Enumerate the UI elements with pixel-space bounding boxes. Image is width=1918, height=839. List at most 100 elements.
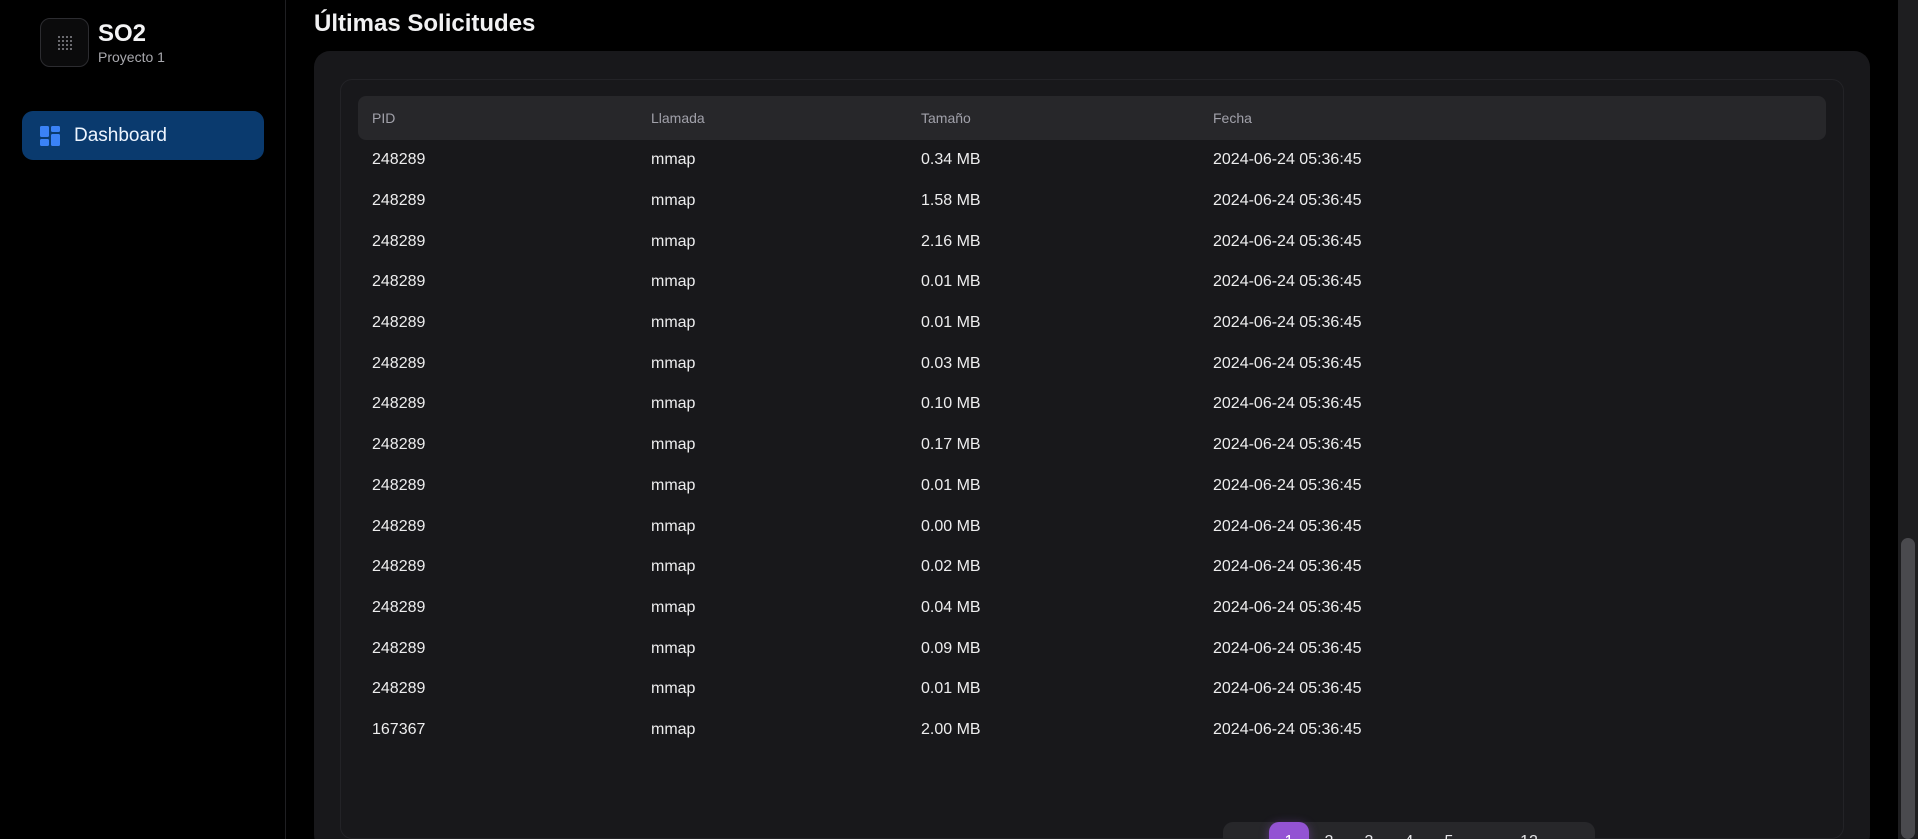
cell-size: 0.34 MB [921,151,981,169]
table-row: 248289 mmap 0.10 MB 2024-06-24 05:36:45 [358,384,1826,425]
page-button-1[interactable]: 1 [1269,822,1309,839]
cell-date: 2024-06-24 05:36:45 [1213,436,1362,454]
cell-call: mmap [651,476,696,494]
cell-pid: 248289 [372,314,426,332]
cell-call: mmap [651,517,696,535]
cell-call: mmap [651,232,696,250]
cell-date: 2024-06-24 05:36:45 [1213,517,1362,535]
sidebar-item-label: Dashboard [74,124,167,146]
cell-size: 0.03 MB [921,354,981,372]
page-button-2[interactable]: 2 [1309,822,1349,839]
requests-card: PID Llamada Tamaño Fecha 248289 mmap 0.34 … [314,51,1870,839]
table-row: 248289 mmap 0.01 MB 2024-06-24 05:36:45 [358,466,1826,507]
table-row: 248289 mmap 1.58 MB 2024-06-24 05:36:45 [358,181,1826,222]
cell-pid: 248289 [372,476,426,494]
cell-call: mmap [651,436,696,454]
cell-call: mmap [651,151,696,169]
cell-pid: 248289 [372,354,426,372]
cell-size: 0.00 MB [921,517,981,535]
cell-size: 0.02 MB [921,558,981,576]
cell-call: mmap [651,395,696,413]
cell-pid: 248289 [372,558,426,576]
cell-size: 0.01 MB [921,680,981,698]
cell-call: mmap [651,720,696,738]
cell-date: 2024-06-24 05:36:45 [1213,720,1362,738]
cell-call: mmap [651,598,696,616]
table-row: 248289 mmap 0.01 MB 2024-06-24 05:36:45 [358,669,1826,710]
scrollbar-thumb[interactable] [1901,538,1915,839]
cell-size: 0.01 MB [921,273,981,291]
table-row: 248289 mmap 2.16 MB 2024-06-24 05:36:45 [358,221,1826,262]
page-button-3[interactable]: 3 [1349,822,1389,839]
column-header-pid[interactable]: PID [372,110,395,126]
column-header-call[interactable]: Llamada [651,110,705,126]
cell-size: 0.01 MB [921,476,981,494]
cell-call: mmap [651,558,696,576]
table-row: 167367 mmap 2.00 MB 2024-06-24 05:36:45 [358,710,1826,751]
brand-subtitle: Proyecto 1 [98,48,165,65]
cell-date: 2024-06-24 05:36:45 [1213,192,1362,210]
cell-size: 0.10 MB [921,395,981,413]
cell-call: mmap [651,192,696,210]
cell-size: 2.00 MB [921,720,981,738]
sidebar-item-dashboard[interactable]: Dashboard [22,111,264,160]
page-ellipsis[interactable]: ··· [1469,822,1509,839]
column-header-date[interactable]: Fecha [1213,110,1252,126]
cell-date: 2024-06-24 05:36:45 [1213,314,1362,332]
cell-date: 2024-06-24 05:36:45 [1213,395,1362,413]
requests-table: PID Llamada Tamaño Fecha 248289 mmap 0.34 … [340,79,1844,839]
cell-pid: 248289 [372,598,426,616]
sidebar: SO2 Proyecto 1 Dashboard [0,0,286,839]
table-row: 248289 mmap 0.34 MB 2024-06-24 05:36:45 [358,140,1826,181]
cell-pid: 248289 [372,517,426,535]
cell-call: mmap [651,680,696,698]
page-title: Últimas Solicitudes [314,10,536,37]
cell-date: 2024-06-24 05:36:45 [1213,273,1362,291]
column-header-size[interactable]: Tamaño [921,110,971,126]
main-content: Últimas Solicitudes PID Llamada Tamaño F… [287,0,1897,839]
page-button-last[interactable]: 12 [1509,822,1549,839]
chevron-right-icon[interactable]: › [1549,822,1589,839]
table-row: 248289 mmap 0.00 MB 2024-06-24 05:36:45 [358,506,1826,547]
pagination: ‹ 1 2 3 4 5 ··· 12 › [1223,822,1595,839]
table-body: 248289 mmap 0.34 MB 2024-06-24 05:36:45 2482… [358,140,1826,750]
cell-pid: 248289 [372,151,426,169]
page-scrollbar[interactable] [1898,0,1918,839]
chevron-left-icon[interactable]: ‹ [1229,822,1269,839]
cell-call: mmap [651,273,696,291]
table-row: 248289 mmap 0.17 MB 2024-06-24 05:36:45 [358,425,1826,466]
table-header: PID Llamada Tamaño Fecha [358,96,1826,140]
brand-title: SO2 [98,19,147,47]
cell-size: 0.09 MB [921,639,981,657]
cell-size: 2.16 MB [921,232,981,250]
table-row: 248289 mmap 0.04 MB 2024-06-24 05:36:45 [358,588,1826,629]
cell-date: 2024-06-24 05:36:45 [1213,598,1362,616]
cell-date: 2024-06-24 05:36:45 [1213,151,1362,169]
cell-pid: 248289 [372,639,426,657]
brand: SO2 Proyecto 1 [40,18,165,67]
cell-date: 2024-06-24 05:36:45 [1213,639,1362,657]
app-logo-icon [40,18,89,67]
page-button-5[interactable]: 5 [1429,822,1469,839]
table-row: 248289 mmap 0.01 MB 2024-06-24 05:36:45 [358,303,1826,344]
cell-size: 1.58 MB [921,192,981,210]
cell-size: 0.01 MB [921,314,981,332]
cell-date: 2024-06-24 05:36:45 [1213,476,1362,494]
cell-date: 2024-06-24 05:36:45 [1213,680,1362,698]
cell-date: 2024-06-24 05:36:45 [1213,558,1362,576]
cell-size: 0.04 MB [921,598,981,616]
dashboard-icon [40,125,60,146]
table-row: 248289 mmap 0.02 MB 2024-06-24 05:36:45 [358,547,1826,588]
table-row: 248289 mmap 0.09 MB 2024-06-24 05:36:45 [358,628,1826,669]
cell-size: 0.17 MB [921,436,981,454]
table-row: 248289 mmap 0.01 MB 2024-06-24 05:36:45 [358,262,1826,303]
cell-pid: 248289 [372,192,426,210]
cell-pid: 248289 [372,680,426,698]
cell-pid: 248289 [372,232,426,250]
table-row: 248289 mmap 0.03 MB 2024-06-24 05:36:45 [358,343,1826,384]
cell-pid: 167367 [372,720,426,738]
page-button-4[interactable]: 4 [1389,822,1429,839]
cell-call: mmap [651,314,696,332]
cell-pid: 248289 [372,436,426,454]
cell-pid: 248289 [372,395,426,413]
